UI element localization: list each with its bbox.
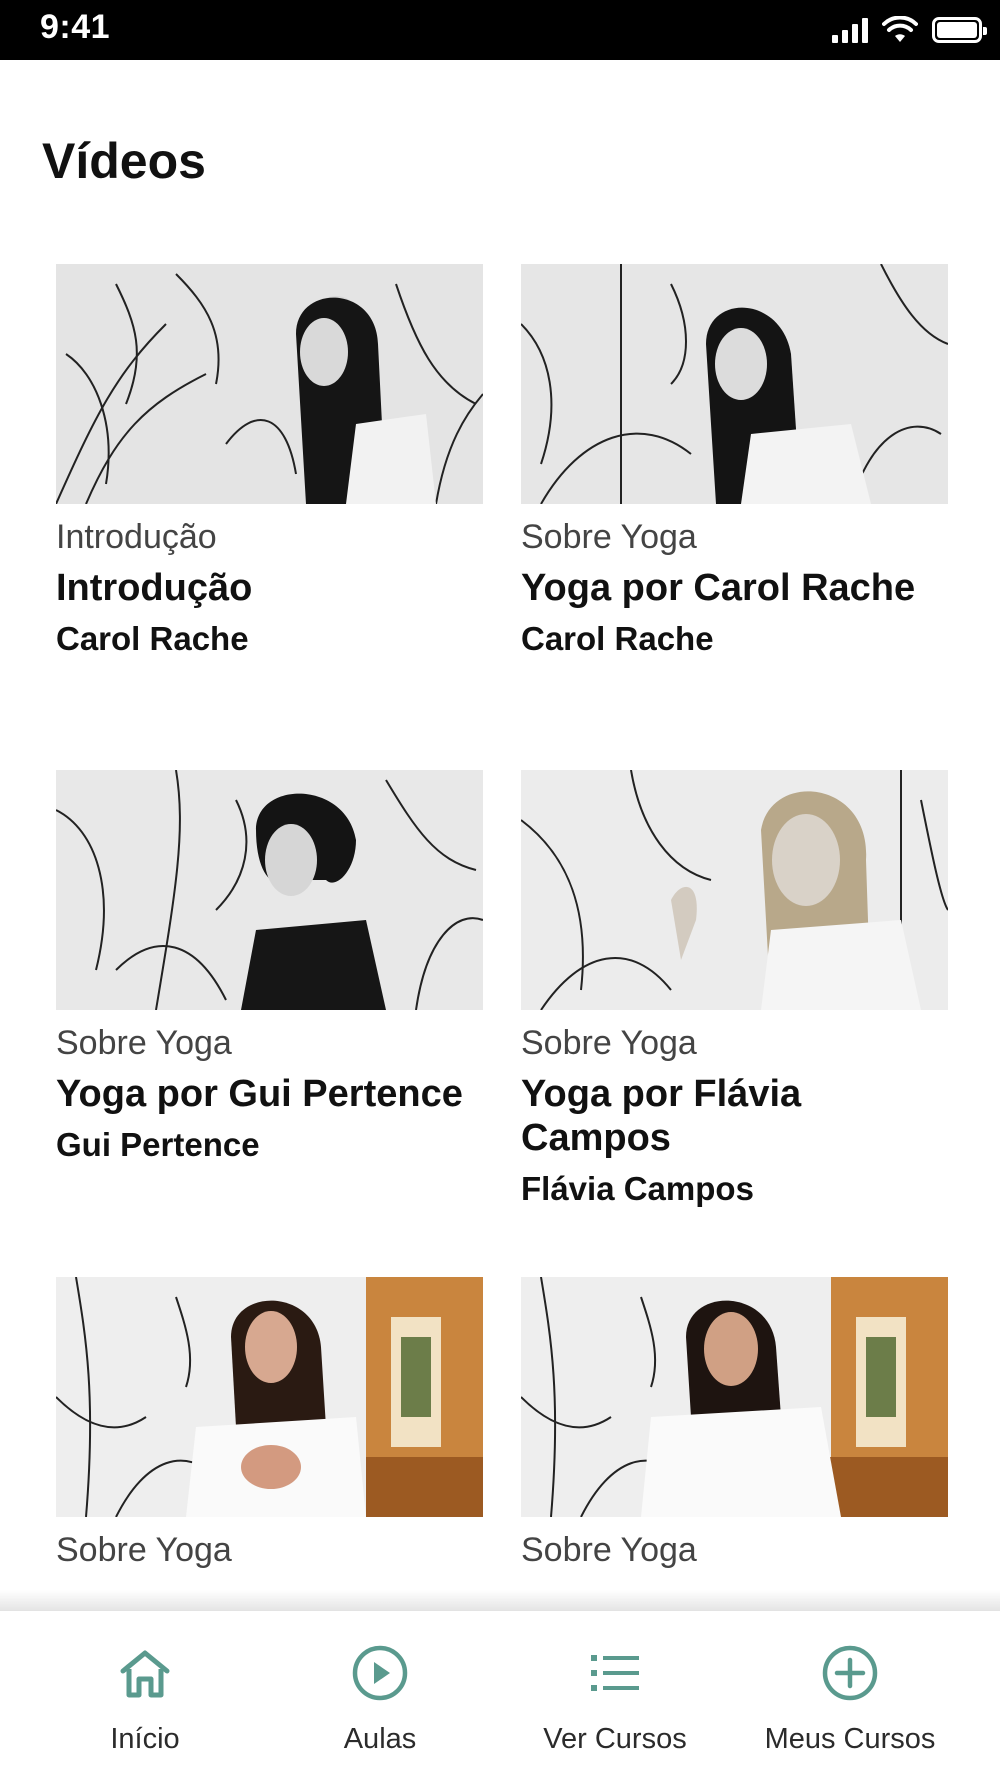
video-category: Sobre Yoga: [56, 1024, 232, 1062]
video-thumbnail[interactable]: [56, 264, 483, 504]
nav-label: Meus Cursos: [764, 1723, 936, 1755]
video-category: Sobre Yoga: [521, 518, 697, 556]
video-category: Sobre Yoga: [521, 1024, 697, 1062]
list-icon: [591, 1655, 639, 1691]
video-card[interactable]: Sobre Yoga: [56, 1277, 483, 1571]
video-title: Yoga por Carol Rache: [521, 567, 916, 609]
video-category: Sobre Yoga: [521, 1531, 697, 1569]
video-author: Carol Rache: [521, 620, 714, 657]
bottom-nav: Início Aulas Ver Cursos Meus Cursos: [0, 1610, 1000, 1778]
video-thumbnail[interactable]: [56, 770, 483, 1010]
nav-label: Ver Cursos: [543, 1723, 687, 1755]
nav-item-inicio[interactable]: Início: [20, 1611, 270, 1778]
battery-icon: [932, 17, 987, 43]
play-circle-icon: [352, 1645, 408, 1701]
wifi-icon: [882, 16, 918, 42]
page-title: Vídeos: [42, 133, 206, 189]
video-thumbnail[interactable]: [521, 264, 948, 504]
video-card[interactable]: Sobre Yoga Yoga por Gui Pertence Gui Per…: [56, 770, 483, 1166]
video-thumbnail[interactable]: [521, 1277, 948, 1517]
video-category: Introdução: [56, 518, 217, 556]
video-author: Flávia Campos: [521, 1170, 754, 1207]
bottom-nav-shadow: [0, 1590, 1000, 1610]
video-category: Sobre Yoga: [56, 1531, 232, 1569]
video-title: Introdução: [56, 567, 253, 609]
video-thumbnail[interactable]: [521, 770, 948, 1010]
video-title: Yoga por Gui Pertence: [56, 1073, 463, 1115]
nav-item-ver-cursos[interactable]: Ver Cursos: [490, 1611, 740, 1778]
video-author: Carol Rache: [56, 620, 249, 657]
nav-label: Aulas: [343, 1723, 417, 1755]
video-card[interactable]: Sobre Yoga Yoga por Carol Rache Carol Ra…: [521, 264, 948, 660]
nav-label: Início: [110, 1723, 180, 1755]
status-bar: 9:41: [0, 0, 1000, 60]
home-icon: [120, 1650, 170, 1698]
status-icons: [832, 14, 987, 46]
video-card[interactable]: Sobre Yoga Yoga por Flávia Campos Flávia…: [521, 770, 948, 1210]
video-card[interactable]: Sobre Yoga: [521, 1277, 948, 1571]
nav-item-aulas[interactable]: Aulas: [255, 1611, 505, 1778]
video-thumbnail[interactable]: [56, 1277, 483, 1517]
plus-circle-icon: [822, 1645, 878, 1701]
status-time: 9:41: [40, 8, 111, 46]
video-title: Yoga por Flávia Campos: [521, 1073, 802, 1159]
cellular-signal-icon: [832, 17, 868, 43]
video-author: Gui Pertence: [56, 1126, 260, 1163]
nav-item-meus-cursos[interactable]: Meus Cursos: [725, 1611, 975, 1778]
video-card[interactable]: Introdução Introdução Carol Rache: [56, 264, 483, 660]
